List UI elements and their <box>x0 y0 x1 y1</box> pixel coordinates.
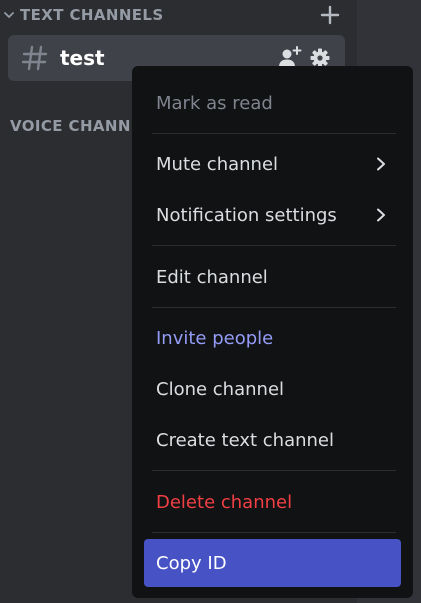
menu-separator <box>152 133 396 134</box>
notification-settings-item[interactable]: Notification settings <box>144 192 401 238</box>
plus-icon[interactable] <box>320 5 340 25</box>
category-label: TEXT CHANNELS <box>20 6 164 24</box>
chevron-down-icon <box>4 12 14 18</box>
delete-channel-item[interactable]: Delete channel <box>144 479 401 525</box>
menu-separator <box>152 245 396 246</box>
gear-icon[interactable] <box>310 48 330 68</box>
mark-as-read-item: Mark as read <box>144 80 401 126</box>
chevron-right-icon <box>377 157 385 171</box>
mute-channel-item[interactable]: Mute channel <box>144 141 401 187</box>
menu-item-label: Notification settings <box>156 204 337 226</box>
text-channels-category[interactable]: TEXT CHANNELS <box>0 0 340 30</box>
hash-icon <box>22 45 48 71</box>
menu-separator <box>152 532 396 533</box>
menu-item-label: Delete channel <box>156 491 293 513</box>
menu-separator <box>152 470 396 471</box>
clone-channel-item[interactable]: Clone channel <box>144 366 401 412</box>
menu-item-label: Mark as read <box>156 92 273 114</box>
edit-channel-item[interactable]: Edit channel <box>144 254 401 300</box>
menu-item-label: Invite people <box>156 327 274 349</box>
chevron-right-icon <box>377 208 385 222</box>
voice-channels-category[interactable]: VOICE CHANNELS <box>0 111 150 141</box>
invite-icon[interactable] <box>278 46 302 68</box>
menu-separator <box>152 307 396 308</box>
menu-item-label: Create text channel <box>156 429 335 451</box>
channel-name: test <box>60 46 105 70</box>
menu-item-label: Mute channel <box>156 153 279 175</box>
menu-item-label: Copy ID <box>156 552 227 574</box>
channel-context-menu: Mark as read Mute channel Notification s… <box>132 66 413 598</box>
create-text-channel-item[interactable]: Create text channel <box>144 417 401 463</box>
menu-item-label: Edit channel <box>156 266 268 288</box>
menu-item-label: Clone channel <box>156 378 285 400</box>
invite-people-item[interactable]: Invite people <box>144 315 401 361</box>
category-label: VOICE CHANNELS <box>10 117 150 135</box>
copy-id-item[interactable]: Copy ID <box>144 539 401 587</box>
